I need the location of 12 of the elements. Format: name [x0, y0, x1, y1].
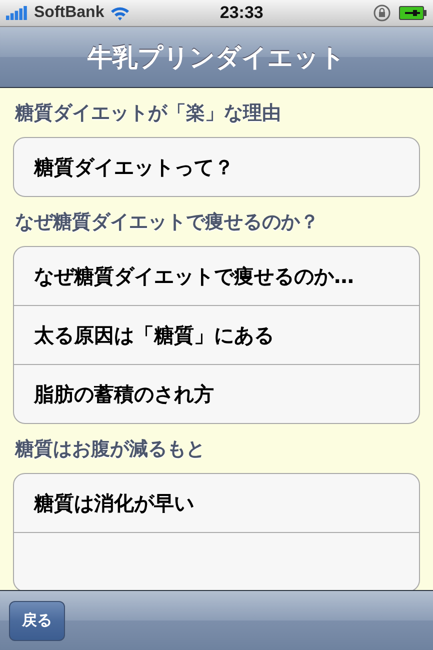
list-item[interactable]: なぜ糖質ダイエットで痩せるのか…: [14, 247, 419, 305]
list-item[interactable]: 太る原因は「糖質」にある: [14, 305, 419, 364]
section-header: 糖質はお腹が減るもと: [14, 437, 206, 462]
section-header: 糖質ダイエットが「楽」な理由: [14, 101, 282, 126]
section-header: なぜ糖質ダイエットで痩せるのか？: [14, 210, 320, 235]
carrier-name: SoftBank: [34, 4, 104, 22]
list-item[interactable]: 糖質は消化が早い: [14, 474, 419, 532]
list-item[interactable]: 脂肪の蓄積のされ方: [14, 364, 419, 423]
back-button[interactable]: 戻る: [9, 600, 65, 640]
list-item[interactable]: 糖質ダイエットって？: [14, 138, 419, 196]
clock-time: 23:33: [220, 3, 264, 23]
nav-title: 牛乳プリンダイエット: [88, 42, 346, 74]
